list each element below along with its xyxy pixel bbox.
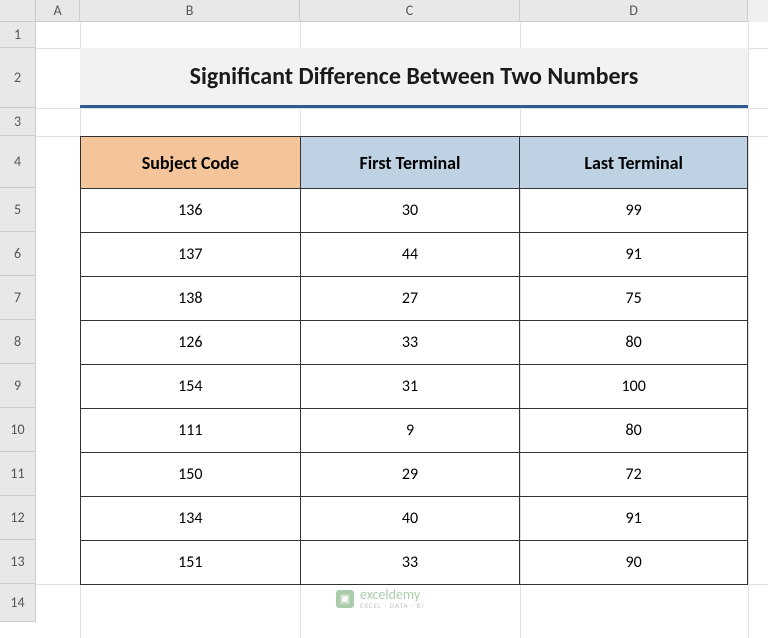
row-header-13[interactable]: 13: [0, 540, 36, 584]
cell-last[interactable]: 80: [520, 409, 748, 453]
col-header-D[interactable]: D: [520, 0, 748, 22]
cell-first[interactable]: 40: [300, 497, 520, 541]
table-row: 150 29 72: [81, 453, 748, 497]
watermark-icon: ▣: [336, 590, 354, 608]
cell-last[interactable]: 99: [520, 189, 748, 233]
row-header-3[interactable]: 3: [0, 108, 36, 136]
spreadsheet-grid: A B C D 1 2 3 4 5 6 7 8 9 10 11 12 13 14: [0, 0, 768, 638]
cell-last[interactable]: 91: [520, 233, 748, 277]
cell-subject[interactable]: 134: [81, 497, 301, 541]
header-subject-code[interactable]: Subject Code: [81, 137, 301, 189]
table-header-row: Subject Code First Terminal Last Termina…: [81, 137, 748, 189]
cell-subject[interactable]: 111: [81, 409, 301, 453]
table-row: 151 33 90: [81, 541, 748, 585]
select-all-corner[interactable]: [0, 0, 36, 22]
table-row: 154 31 100: [81, 365, 748, 409]
row-header-9[interactable]: 9: [0, 364, 36, 408]
cell-first[interactable]: 27: [300, 277, 520, 321]
header-first-terminal[interactable]: First Terminal: [300, 137, 520, 189]
cell-subject[interactable]: 154: [81, 365, 301, 409]
cell-first[interactable]: 29: [300, 453, 520, 497]
data-table: Subject Code First Terminal Last Termina…: [80, 136, 748, 585]
cell-first[interactable]: 9: [300, 409, 520, 453]
row-header-4[interactable]: 4: [0, 136, 36, 188]
cell-subject[interactable]: 151: [81, 541, 301, 585]
column-headers-row: A B C D: [0, 0, 768, 22]
col-header-B[interactable]: B: [80, 0, 300, 22]
cell-subject[interactable]: 126: [81, 321, 301, 365]
row-header-11[interactable]: 11: [0, 452, 36, 496]
watermark-sub: EXCEL · DATA · BI: [360, 602, 424, 609]
header-last-terminal[interactable]: Last Terminal: [520, 137, 748, 189]
row-header-5[interactable]: 5: [0, 188, 36, 232]
cell-subject[interactable]: 138: [81, 277, 301, 321]
table-row: 136 30 99: [81, 189, 748, 233]
cell-first[interactable]: 33: [300, 321, 520, 365]
row-header-12[interactable]: 12: [0, 496, 36, 540]
cell-subject[interactable]: 150: [81, 453, 301, 497]
col-header-A[interactable]: A: [36, 0, 80, 22]
row-header-10[interactable]: 10: [0, 408, 36, 452]
cell-last[interactable]: 100: [520, 365, 748, 409]
row-header-14[interactable]: 14: [0, 584, 36, 622]
cell-last[interactable]: 75: [520, 277, 748, 321]
row-header-2[interactable]: 2: [0, 48, 36, 108]
row-header-6[interactable]: 6: [0, 232, 36, 276]
row-header-7[interactable]: 7: [0, 276, 36, 320]
cell-subject[interactable]: 137: [81, 233, 301, 277]
cell-last[interactable]: 91: [520, 497, 748, 541]
cell-first[interactable]: 33: [300, 541, 520, 585]
watermark: ▣ exceldemy EXCEL · DATA · BI: [336, 588, 424, 609]
cell-last[interactable]: 90: [520, 541, 748, 585]
cell-first[interactable]: 31: [300, 365, 520, 409]
table-row: 134 40 91: [81, 497, 748, 541]
table-row: 111 9 80: [81, 409, 748, 453]
watermark-brand: exceldemy: [360, 588, 424, 602]
row-header-8[interactable]: 8: [0, 320, 36, 364]
cell-last[interactable]: 72: [520, 453, 748, 497]
cell-first[interactable]: 30: [300, 189, 520, 233]
table-row: 126 33 80: [81, 321, 748, 365]
col-header-C[interactable]: C: [300, 0, 520, 22]
table-row: 138 27 75: [81, 277, 748, 321]
cell-subject[interactable]: 136: [81, 189, 301, 233]
cell-last[interactable]: 80: [520, 321, 748, 365]
row-header-1[interactable]: 1: [0, 22, 36, 48]
table-row: 137 44 91: [81, 233, 748, 277]
row-headers-column: 1 2 3 4 5 6 7 8 9 10 11 12 13 14: [0, 22, 36, 638]
cells-area[interactable]: Significant Difference Between Two Numbe…: [36, 22, 768, 638]
cell-first[interactable]: 44: [300, 233, 520, 277]
page-title[interactable]: Significant Difference Between Two Numbe…: [80, 48, 748, 108]
